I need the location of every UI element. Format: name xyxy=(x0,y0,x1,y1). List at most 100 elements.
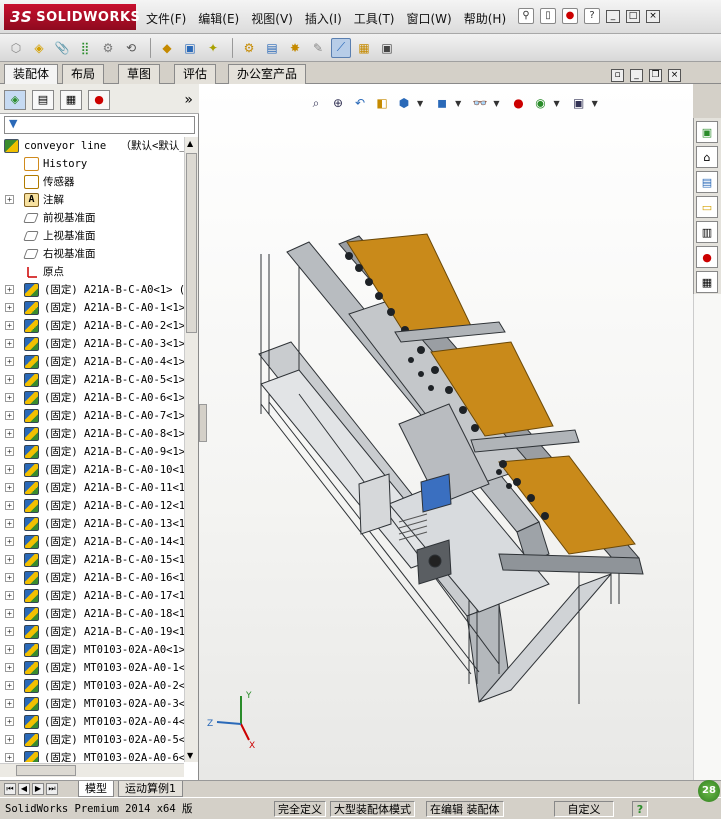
bill-of-materials-icon[interactable]: ▤ xyxy=(262,38,282,58)
property-manager-tab-icon[interactable]: ▤ xyxy=(32,90,54,110)
expand-toggle[interactable]: + xyxy=(5,429,14,438)
tree-item-component[interactable]: + (固定) MT0103-02A-A0<1> xyxy=(0,641,184,659)
design-library-icon[interactable]: ▤ xyxy=(696,171,718,193)
close-button[interactable]: × xyxy=(646,9,660,23)
menu-view[interactable]: 视图(V) xyxy=(251,10,293,27)
expand-panel-icon[interactable]: » xyxy=(184,92,193,108)
expand-toggle[interactable]: + xyxy=(5,555,14,564)
tab-layout[interactable]: 布局 xyxy=(62,64,105,84)
expand-toggle[interactable]: + xyxy=(5,627,14,636)
tree-item-component[interactable]: + (固定) A21A-B-C-A0-18<1 xyxy=(0,605,184,623)
custom-properties-icon[interactable]: ▦ xyxy=(696,271,718,293)
feature-tree-tab-icon[interactable]: ◈ xyxy=(4,90,26,110)
tree-item-component[interactable]: + (固定) MT0103-02A-A0-4< xyxy=(0,713,184,731)
snapshot-icon[interactable]: ▣ xyxy=(377,38,397,58)
expand-toggle[interactable]: + xyxy=(5,735,14,744)
expand-toggle[interactable]: + xyxy=(5,393,14,402)
status-large-assembly-mode[interactable]: 大型装配体模式 xyxy=(330,801,415,817)
move-component-icon[interactable]: ⟲ xyxy=(121,38,141,58)
restore-button[interactable]: □ xyxy=(626,9,640,23)
pin-icon[interactable]: ⚲ xyxy=(518,8,534,24)
appearances-icon[interactable]: ● xyxy=(696,246,718,268)
insert-component-icon[interactable]: ◈ xyxy=(29,38,49,58)
tree-item-component[interactable]: + (固定) A21A-B-C-A0-4<1> xyxy=(0,353,184,371)
expand-toggle[interactable]: + xyxy=(5,411,14,420)
tree-item-component[interactable]: + (固定) A21A-B-C-A0-7<1> xyxy=(0,407,184,425)
expand-toggle[interactable]: + xyxy=(5,609,14,618)
prev-tab-icon[interactable]: ◀ xyxy=(18,783,30,795)
doc-minimize-button[interactable]: _ xyxy=(630,69,643,82)
exploded-view-icon[interactable]: ✸ xyxy=(285,38,305,58)
tree-item-front-plane[interactable]: 前视基准面 xyxy=(0,209,184,227)
menu-file[interactable]: 文件(F) xyxy=(146,10,186,27)
scroll-thumb[interactable] xyxy=(186,153,197,333)
tree-item-component[interactable]: + (固定) A21A-B-C-A0-15<1 xyxy=(0,551,184,569)
tree-item-component[interactable]: + (固定) A21A-B-C-A0-13<1 xyxy=(0,515,184,533)
minimize-button[interactable]: _ xyxy=(606,9,620,23)
tab-office-products[interactable]: 办公室产品 xyxy=(228,64,307,84)
edit-component-icon[interactable]: ⬡ xyxy=(6,38,26,58)
expand-toggle[interactable]: + xyxy=(5,645,14,654)
tree-item-component[interactable]: + (固定) A21A-B-C-A0-12<1 xyxy=(0,497,184,515)
tab-assembly[interactable]: 装配体 xyxy=(4,64,59,85)
tree-item-component[interactable]: + (固定) MT0103-02A-A0-3< xyxy=(0,695,184,713)
traffic-light-icon[interactable]: ● xyxy=(562,8,578,24)
linear-pattern-icon[interactable]: ⣿ xyxy=(75,38,95,58)
expand-toggle[interactable]: + xyxy=(5,519,14,528)
expand-toggle[interactable]: + xyxy=(5,753,14,762)
expand-toggle[interactable]: + xyxy=(5,681,14,690)
expand-toggle[interactable]: + xyxy=(5,483,14,492)
expand-toggle[interactable]: + xyxy=(5,285,14,294)
tree-item-component[interactable]: + (固定) A21A-B-C-A0-1<1> xyxy=(0,299,184,317)
new-document-icon[interactable]: ▯ xyxy=(540,8,556,24)
notification-badge[interactable]: 28 xyxy=(698,780,720,802)
tree-item-component[interactable]: + (固定) MT0103-02A-A0-6< xyxy=(0,749,184,762)
display-manager-tab-icon[interactable]: ● xyxy=(88,90,110,110)
tree-item-component[interactable]: + (固定) A21A-B-C-A0-14<1 xyxy=(0,533,184,551)
expand-toggle[interactable]: + xyxy=(5,465,14,474)
doc-tile-button[interactable]: ▫ xyxy=(611,69,624,82)
first-tab-icon[interactable]: ⏮ xyxy=(4,783,16,795)
expand-toggle[interactable]: + xyxy=(5,357,14,366)
next-tab-icon[interactable]: ▶ xyxy=(32,783,44,795)
new-motion-study-icon[interactable]: ⚙ xyxy=(239,38,259,58)
tree-item-history[interactable]: History xyxy=(0,155,184,173)
expand-toggle[interactable]: + xyxy=(5,447,14,456)
solidworks-resources-icon[interactable]: ▣ xyxy=(696,121,718,143)
doc-restore-button[interactable]: ❐ xyxy=(649,69,662,82)
menu-window[interactable]: 窗口(W) xyxy=(406,10,451,27)
tree-item-sensors[interactable]: 传感器 xyxy=(0,173,184,191)
file-explorer-icon[interactable]: ▭ xyxy=(696,196,718,218)
expand-toggle[interactable]: + xyxy=(5,573,14,582)
expand-toggle[interactable]: + xyxy=(5,537,14,546)
view-palette-icon[interactable]: ▥ xyxy=(696,221,718,243)
tree-item-component[interactable]: + (固定) A21A-B-C-A0-5<1> xyxy=(0,371,184,389)
tree-item-component[interactable]: + (固定) A21A-B-C-A0-10<1 xyxy=(0,461,184,479)
show-hidden-icon[interactable]: ◆ xyxy=(157,38,177,58)
expand-toggle[interactable]: + xyxy=(5,591,14,600)
configuration-manager-tab-icon[interactable]: ▦ xyxy=(60,90,82,110)
expand-toggle[interactable]: + xyxy=(5,195,14,204)
tree-vertical-scrollbar[interactable]: ▲ ▼ xyxy=(184,137,198,762)
menu-tools[interactable]: 工具(T) xyxy=(354,10,395,27)
expand-toggle[interactable]: + xyxy=(5,501,14,510)
tree-item-component[interactable]: + (固定) A21A-B-C-A0-8<1> xyxy=(0,425,184,443)
tree-filter-field[interactable]: ▼ xyxy=(4,116,195,134)
tree-item-right-plane[interactable]: 右视基准面 xyxy=(0,245,184,263)
conveyor-model[interactable]: Y X Z xyxy=(199,84,693,780)
scroll-thumb[interactable] xyxy=(16,765,76,776)
tree-item-component[interactable]: + (固定) A21A-B-C-A0-17<1 xyxy=(0,587,184,605)
scroll-up-icon[interactable]: ▲ xyxy=(187,139,193,148)
tree-item-component[interactable]: + (固定) A21A-B-C-A0-3<1> xyxy=(0,335,184,353)
expand-toggle[interactable]: + xyxy=(5,699,14,708)
tree-item-origin[interactable]: 原点 xyxy=(0,263,184,281)
expand-toggle[interactable]: + xyxy=(5,303,14,312)
expand-toggle[interactable]: + xyxy=(5,717,14,726)
mate-icon[interactable]: 📎 xyxy=(52,38,72,58)
explode-line-sketch-icon[interactable]: ✎ xyxy=(308,38,328,58)
tree-item-component[interactable]: + (固定) A21A-B-C-A0-2<1> xyxy=(0,317,184,335)
status-help-icon[interactable]: ? xyxy=(632,801,648,817)
tree-item-top-plane[interactable]: 上视基准面 xyxy=(0,227,184,245)
tree-item-component[interactable]: + (固定) MT0103-02A-A0-2< xyxy=(0,677,184,695)
tree-item-component[interactable]: + (固定) A21A-B-C-A0-19<1 xyxy=(0,623,184,641)
